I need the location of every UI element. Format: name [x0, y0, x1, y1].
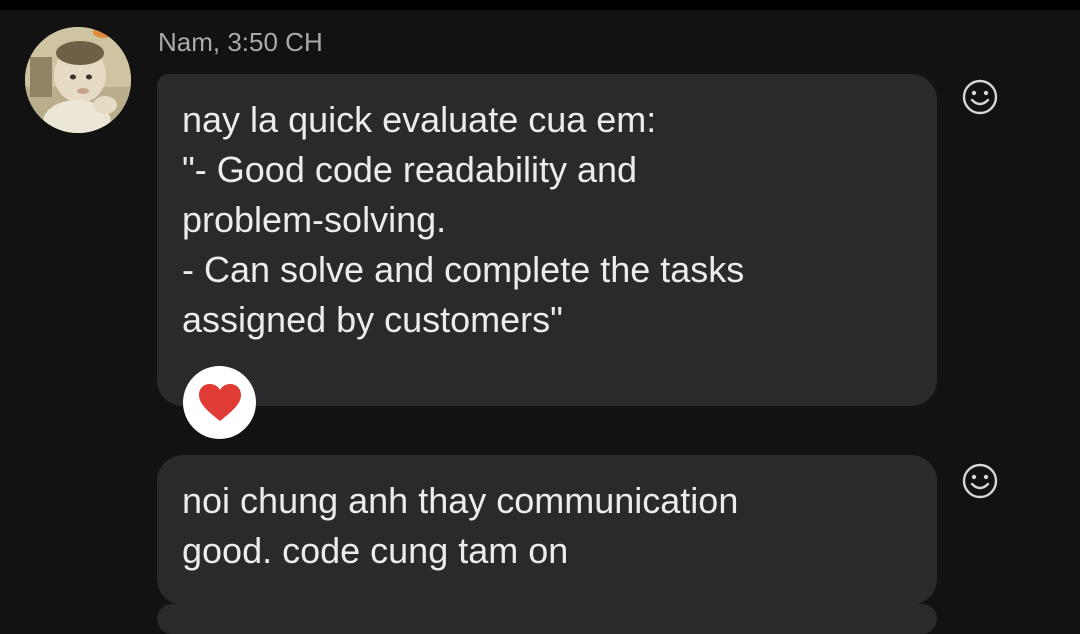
- message-text: noi chung anh thay communication good. c…: [182, 480, 739, 571]
- add-reaction-button[interactable]: [960, 77, 1000, 117]
- message-text: nay la quick evaluate cua em: "- Good co…: [182, 99, 745, 340]
- message-bubble-partial[interactable]: [157, 604, 937, 634]
- heart-icon: [198, 383, 241, 421]
- smiley-icon: [962, 463, 998, 499]
- message-bubble[interactable]: nay la quick evaluate cua em: "- Good co…: [157, 74, 937, 406]
- heart-reaction[interactable]: [183, 366, 256, 439]
- sender-avatar[interactable]: [25, 27, 131, 133]
- message-bubble[interactable]: noi chung anh thay communication good. c…: [157, 455, 937, 605]
- add-reaction-button[interactable]: [960, 461, 1000, 501]
- sender-name-time: Nam, 3:50 CH: [158, 27, 323, 57]
- status-bar-edge: [0, 0, 1080, 10]
- smiley-icon: [962, 79, 998, 115]
